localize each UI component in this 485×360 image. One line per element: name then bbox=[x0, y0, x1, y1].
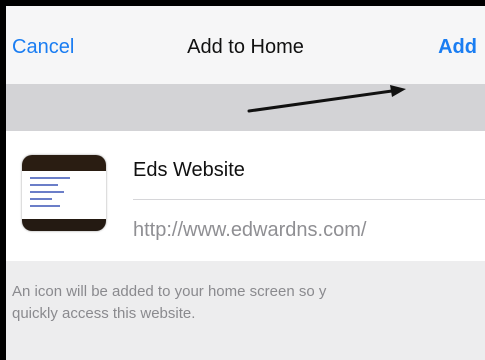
footer-line-1: An icon will be added to your home scree… bbox=[12, 283, 327, 300]
footer-note: An icon will be added to your home scree… bbox=[6, 261, 485, 360]
bookmark-card: Eds Website http://www.edwardns.com/ bbox=[6, 131, 485, 261]
divider bbox=[133, 199, 485, 200]
bookmark-name-field[interactable]: Eds Website bbox=[133, 159, 245, 182]
footer-line-2: quickly access this website. bbox=[12, 305, 196, 322]
bookmark-url: http://www.edwardns.com/ bbox=[133, 219, 367, 241]
add-to-home-sheet: Cancel Add to Home Add Eds Website http:… bbox=[6, 6, 485, 360]
footer-text: An icon will be added to your home scree… bbox=[12, 281, 482, 325]
website-thumbnail bbox=[22, 155, 106, 231]
